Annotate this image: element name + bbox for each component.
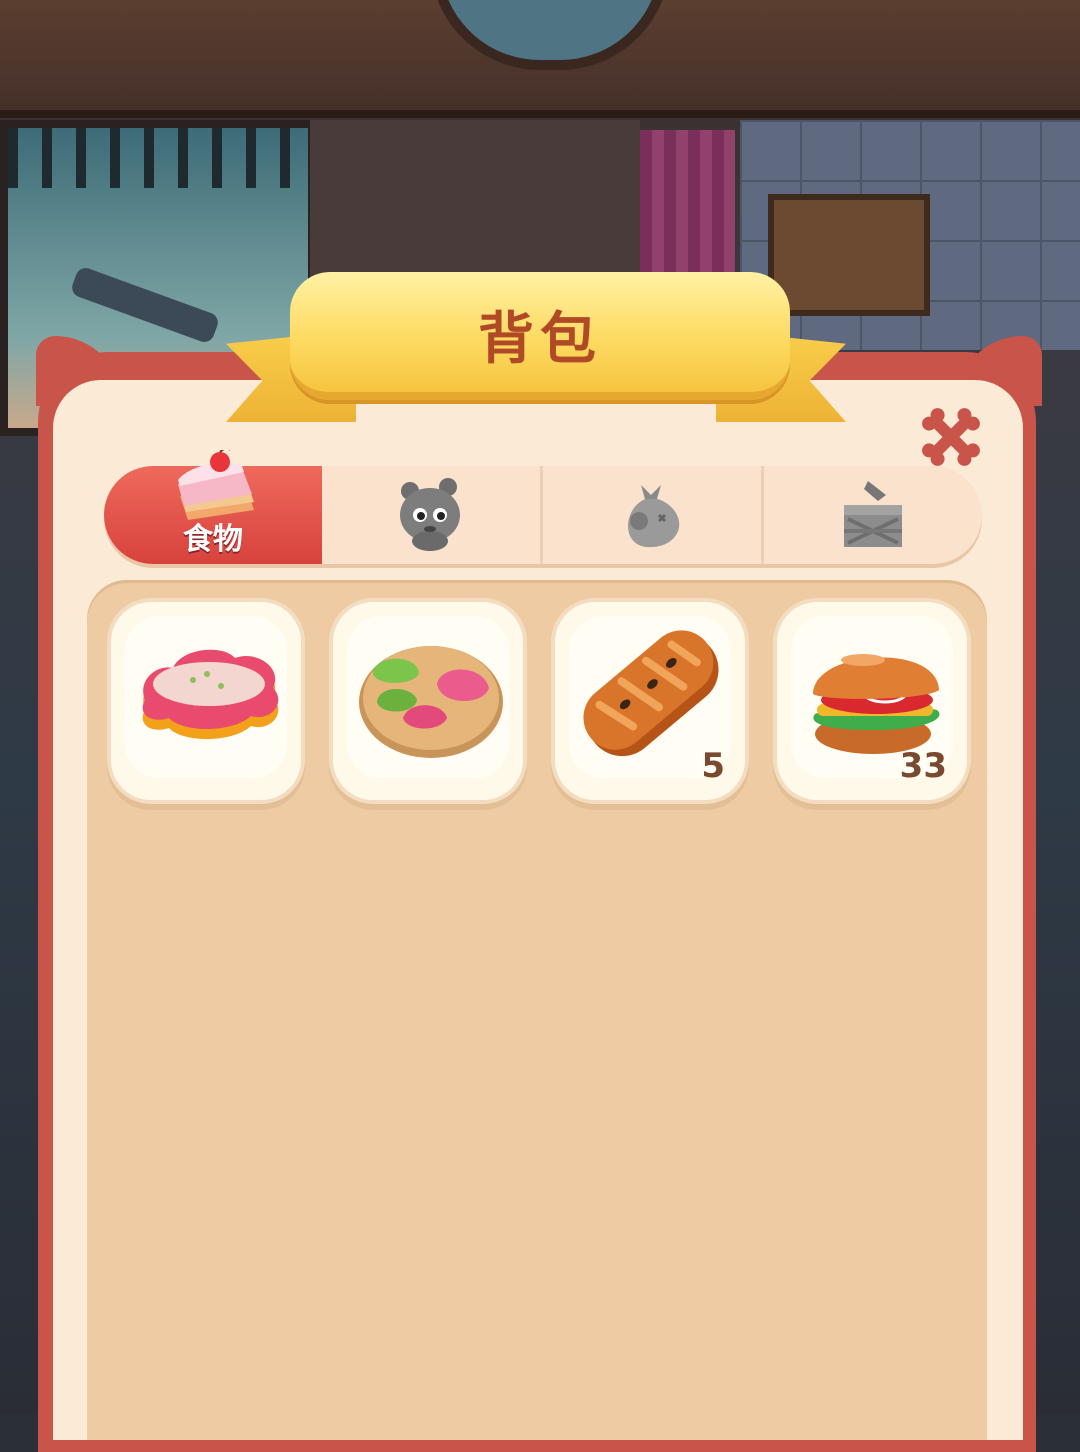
item-count: 33 — [899, 746, 947, 786]
category-tabs: 食物 — [104, 450, 982, 564]
roof — [0, 0, 1080, 118]
close-button[interactable] — [918, 404, 984, 470]
item-slot-bread[interactable]: 5 — [551, 598, 749, 804]
tab-bags[interactable] — [543, 466, 764, 564]
item-count: 5 — [701, 746, 725, 786]
item-slot-rice-cake[interactable] — [107, 598, 305, 804]
title-ribbon: 背包 — [290, 272, 790, 400]
plush-bear-icon — [400, 478, 460, 551]
item-slot-hamburger[interactable]: 33 — [773, 598, 971, 804]
dumplings-plate-icon — [359, 646, 503, 758]
tab-toys[interactable] — [322, 466, 543, 564]
rice-cake-icon — [142, 649, 279, 739]
item-slot-dumplings[interactable] — [329, 598, 527, 804]
page-title: 背包 — [478, 307, 602, 372]
close-bone-icon — [922, 408, 980, 466]
round-window — [430, 0, 670, 70]
tab-food[interactable]: 食物 — [104, 450, 322, 564]
sack-icon — [628, 485, 680, 548]
cabinet — [768, 194, 930, 316]
tab-food-label: 食物 — [183, 522, 243, 557]
crate-icon — [844, 481, 902, 547]
tab-crates[interactable] — [764, 466, 982, 564]
